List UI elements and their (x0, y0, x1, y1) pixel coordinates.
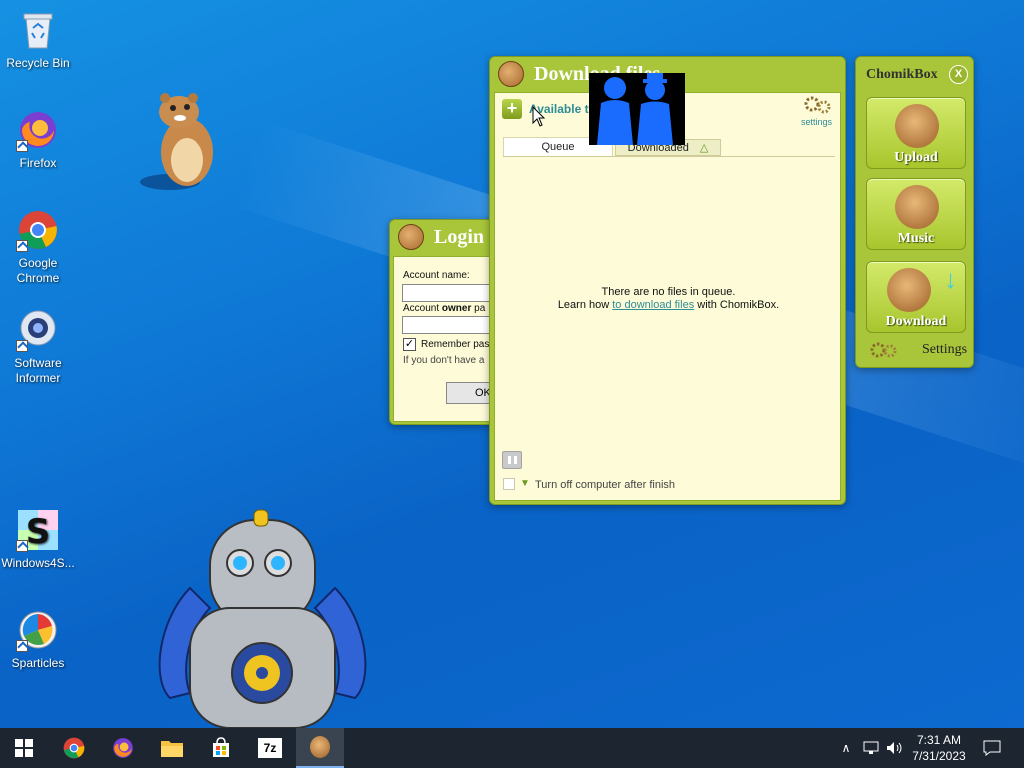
desktop-icon-label: Sparticles (11, 656, 65, 670)
taskbar-chrome[interactable] (50, 728, 98, 768)
shortcut-arrow-icon (16, 240, 28, 252)
settings-gear-icon[interactable] (802, 95, 832, 115)
download-client-area: + Available t settings Queue Downloaded … (494, 92, 841, 501)
pause-button[interactable] (502, 451, 522, 469)
sparticles-icon (16, 608, 60, 652)
clock-date: 7/31/2023 (912, 749, 966, 763)
chomikbox-logo-icon (498, 61, 524, 87)
download-button[interactable]: ↓ Download (866, 261, 966, 333)
hamster-headphones-icon (895, 185, 939, 229)
windows4s-icon: S (16, 508, 60, 552)
add-files-plus-icon[interactable]: + (502, 99, 522, 119)
svg-text:S: S (26, 512, 51, 552)
mouse-cursor-icon (532, 106, 546, 127)
shortcut-arrow-icon (16, 140, 28, 152)
password-input[interactable] (402, 316, 500, 334)
shortcut-arrow-icon (16, 540, 28, 552)
expand-triangle-icon[interactable]: ▼ (520, 478, 530, 489)
store-bag-icon (213, 737, 229, 757)
show-hidden-icons-chevron-icon[interactable]: ∧ (837, 728, 855, 768)
desktop-icon-label: Firefox (19, 156, 57, 170)
chrome-icon (63, 737, 85, 759)
music-button[interactable]: Music (866, 178, 966, 250)
firefox-icon (16, 108, 60, 152)
volume-icon[interactable] (884, 728, 906, 768)
desktop-icon-sparticles[interactable]: Sparticles (0, 608, 76, 671)
chomikbox-side-panel: ChomikBox X Upload Music ↓ Download Sett… (855, 56, 974, 368)
hamster-upload-icon (895, 104, 939, 148)
chrome-icon (16, 208, 60, 252)
chomikbox-hamster-icon (310, 736, 330, 758)
desktop-icon-windows4s[interactable]: S Windows4S... (0, 508, 76, 571)
start-button[interactable] (0, 728, 48, 768)
windows-logo-icon (15, 739, 33, 757)
taskbar: 7z ∧ 7:31 AM 7/31/2023 (0, 728, 1024, 768)
side-panel-title: ChomikBox (866, 67, 938, 82)
desktop-icon-firefox[interactable]: Firefox (0, 108, 76, 171)
account-owner-label: Account owner pa (403, 303, 486, 314)
users-overlay-icon[interactable] (589, 73, 685, 145)
clock[interactable]: 7:31 AM 7/31/2023 (906, 728, 972, 768)
account-name-input[interactable] (402, 284, 500, 302)
taskbar-7zip[interactable]: 7z (246, 728, 294, 768)
turn-off-label: Turn off computer after finish (535, 479, 676, 491)
login-title: Login (434, 225, 485, 248)
register-hint-text: If you don't have a (403, 355, 485, 366)
sort-arrow-up-icon: △ (699, 142, 709, 154)
taskbar-store[interactable] (197, 728, 245, 768)
close-button[interactable]: X (949, 65, 968, 84)
hamster-download-icon (887, 268, 931, 312)
desktop-icon-label: Windows4S... (1, 556, 75, 570)
settings-gear-icon[interactable] (868, 339, 898, 361)
desktop-icon-label: Recycle Bin (6, 56, 70, 70)
notification-center-icon[interactable] (978, 728, 1006, 768)
shortcut-arrow-icon (16, 340, 28, 352)
desktop-icon-software-informer[interactable]: Software Informer (0, 308, 76, 386)
taskbar-firefox[interactable] (99, 728, 147, 768)
settings-link[interactable]: settings (801, 117, 832, 127)
remember-password-checkbox[interactable]: ✓ (403, 338, 416, 351)
turn-off-checkbox[interactable] (503, 478, 515, 490)
login-form: Account name: Account owner pa ✓ Remembe… (393, 256, 500, 422)
settings-button[interactable]: Settings (922, 342, 967, 358)
software-informer-icon (16, 308, 60, 352)
download-files-help-link[interactable]: to download files (612, 299, 694, 311)
robot-desktop-pet-icon[interactable] (150, 508, 375, 730)
download-arrow-icon: ↓ (944, 264, 957, 294)
desktop-icon-label: Software Informer (14, 356, 62, 385)
desktop-icon-recycle-bin[interactable]: Recycle Bin (0, 8, 76, 71)
hamster-desktop-pet-icon[interactable] (135, 90, 225, 195)
login-window: Login Account name: Account owner pa ✓ R… (389, 219, 501, 425)
pause-icon (507, 456, 511, 464)
clock-time: 7:31 AM (916, 733, 962, 747)
sevenzip-icon: 7z (258, 738, 282, 758)
chomikbox-logo-icon (398, 224, 424, 250)
account-name-label: Account name: (403, 270, 470, 281)
desktop-icon-google-chrome[interactable]: Google Chrome (0, 208, 76, 286)
shortcut-arrow-icon (16, 640, 28, 652)
network-icon[interactable] (860, 728, 882, 768)
empty-queue-message: There are no files in queue. Learn how t… (557, 286, 780, 311)
recycle-bin-icon (16, 8, 60, 52)
desktop-icon-label: Google Chrome (16, 256, 60, 285)
taskbar-file-explorer[interactable] (148, 728, 196, 768)
remember-password-label: Remember pass (421, 339, 495, 350)
tab-divider (503, 156, 835, 157)
folder-icon (161, 741, 183, 757)
upload-button[interactable]: Upload (866, 97, 966, 169)
login-titlebar[interactable]: Login (390, 220, 500, 254)
firefox-icon (113, 738, 133, 758)
taskbar-chomikbox[interactable] (296, 728, 344, 768)
